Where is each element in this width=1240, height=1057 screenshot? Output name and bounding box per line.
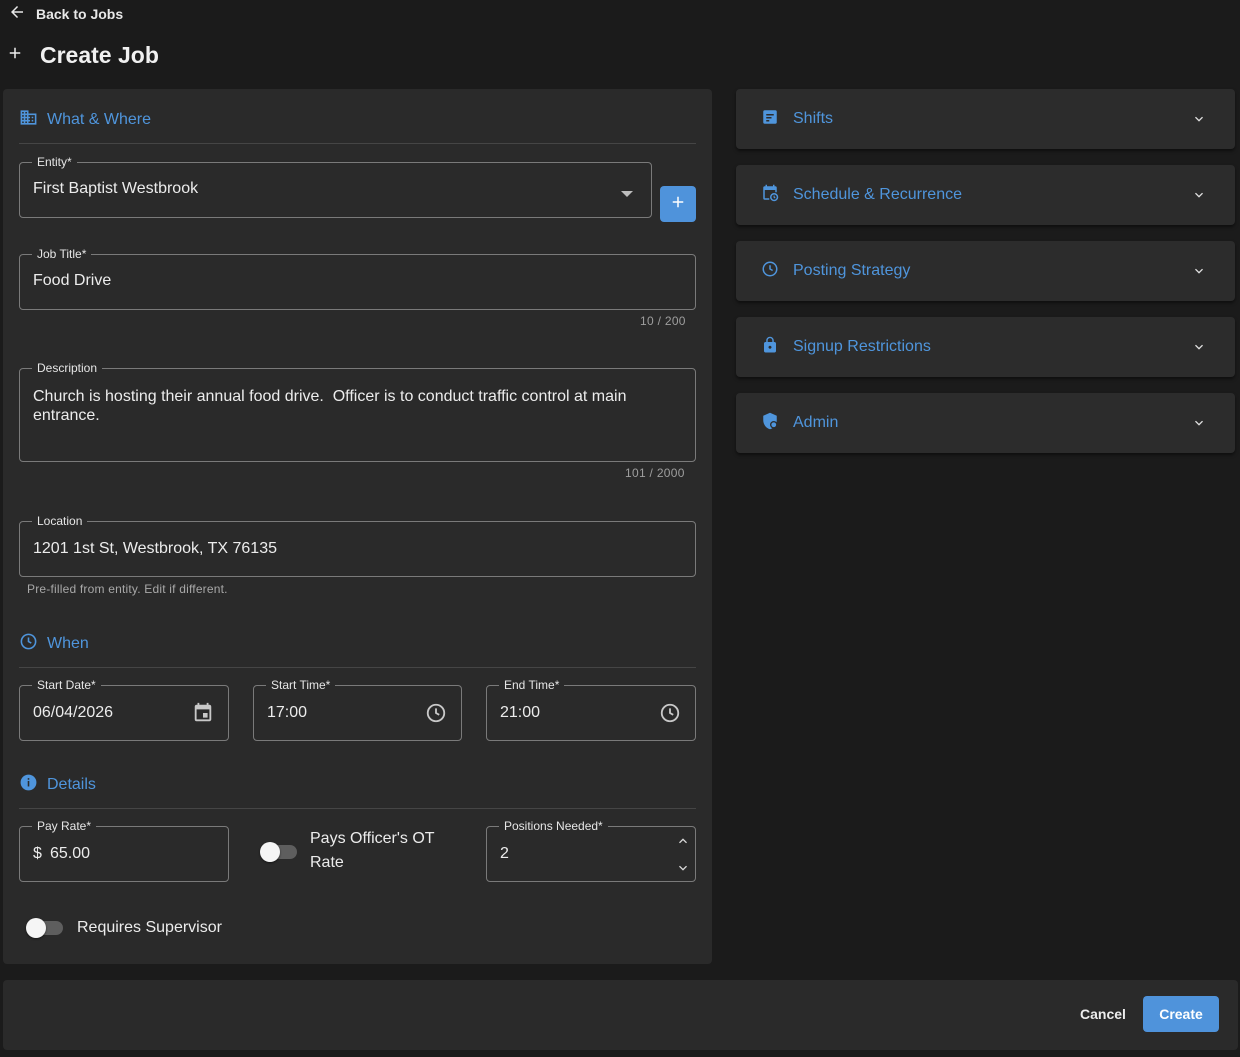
pay-rate-label: Pay Rate* — [32, 819, 97, 833]
accordion-schedule-title: Schedule & Recurrence — [793, 186, 962, 203]
pays-ot-toggle[interactable] — [260, 842, 298, 862]
clock-icon — [19, 632, 38, 656]
add-entity-button[interactable] — [660, 186, 696, 222]
details-section-heading: Details — [19, 773, 696, 809]
plus-icon — [6, 44, 24, 67]
arrow-left-icon — [8, 3, 26, 24]
dropdown-arrow-icon — [621, 185, 633, 203]
form-footer — [3, 980, 1238, 1050]
when-section-heading: When — [19, 632, 696, 668]
accordion-admin[interactable]: Admin — [736, 393, 1235, 453]
accordion-posting-title: Posting Strategy — [793, 262, 911, 279]
what-where-heading-label: What & Where — [47, 111, 152, 128]
lock-icon — [761, 336, 779, 359]
job-form-card: What & Where Entity* First Baptist Westb… — [3, 89, 712, 964]
job-title-field[interactable]: Job Title* Food Drive — [19, 247, 696, 310]
start-date-value: 06/04/2026 — [33, 704, 114, 721]
positions-needed-label: Positions Needed* — [499, 819, 608, 833]
back-to-jobs-link[interactable]: Back to Jobs — [8, 3, 123, 24]
chevron-down-icon — [1191, 415, 1207, 436]
start-time-field[interactable]: Start Time* 17:00 — [253, 678, 462, 741]
shifts-icon — [761, 108, 779, 131]
what-where-section-heading: What & Where — [19, 108, 696, 144]
clock-icon[interactable] — [659, 702, 681, 729]
description-field[interactable]: Description Church is hosting their annu… — [19, 361, 696, 462]
pay-rate-prefix: $ — [33, 845, 42, 862]
plus-icon — [669, 193, 687, 216]
location-label: Location — [32, 514, 88, 528]
pay-rate-field[interactable]: Pay Rate* $ 65.00 — [19, 819, 229, 882]
toggle-knob — [26, 918, 46, 938]
chevron-up-icon[interactable] — [675, 833, 691, 854]
chevron-down-icon — [1191, 263, 1207, 284]
location-hint: Pre-filled from entity. Edit if differen… — [27, 582, 228, 596]
location-value: 1201 1st St, Westbrook, TX 76135 — [33, 540, 277, 557]
pays-ot-label-line1: Pays Officer's OT — [310, 830, 435, 847]
calendar-icon[interactable] — [192, 702, 214, 729]
calendar-clock-icon — [761, 184, 779, 207]
chevron-down-icon — [1191, 111, 1207, 132]
end-time-value: 21:00 — [500, 704, 541, 721]
pays-ot-label-line2: Rate — [310, 854, 344, 871]
requires-supervisor-label: Requires Supervisor — [77, 919, 222, 936]
accordion-posting-strategy[interactable]: Posting Strategy — [736, 241, 1235, 301]
accordion-shifts[interactable]: Shifts — [736, 89, 1235, 149]
back-to-jobs-label: Back to Jobs — [36, 5, 124, 22]
end-time-field[interactable]: End Time* 21:00 — [486, 678, 696, 741]
accordion-signup-restrictions[interactable]: Signup Restrictions — [736, 317, 1235, 377]
description-counter: 101 / 2000 — [625, 466, 685, 480]
accordion-signup-title: Signup Restrictions — [793, 338, 931, 355]
create-button[interactable]: Create — [1143, 996, 1219, 1032]
pay-rate-value: 65.00 — [50, 845, 91, 862]
positions-needed-stepper[interactable]: Positions Needed* 2 — [486, 819, 696, 882]
shield-icon — [761, 412, 779, 435]
accordion-shifts-title: Shifts — [793, 110, 834, 127]
job-title-counter: 10 / 200 — [640, 314, 686, 328]
requires-supervisor-toggle[interactable] — [26, 918, 64, 938]
clock-icon — [761, 260, 779, 283]
description-label: Description — [32, 361, 103, 375]
start-time-value: 17:00 — [267, 704, 308, 721]
cancel-button[interactable]: Cancel — [1068, 996, 1138, 1032]
accordion-admin-title: Admin — [793, 414, 839, 431]
toggle-knob — [260, 842, 280, 862]
job-title-value: Food Drive — [33, 272, 112, 289]
end-time-label: End Time* — [499, 678, 565, 692]
entity-select[interactable]: Entity* First Baptist Westbrook — [19, 155, 652, 218]
accordion-schedule-recurrence[interactable]: Schedule & Recurrence — [736, 165, 1235, 225]
start-date-label: Start Date* — [32, 678, 101, 692]
start-date-field[interactable]: Start Date* 06/04/2026 — [19, 678, 229, 741]
entity-label: Entity* — [32, 155, 77, 169]
description-value: Church is hosting their annual food driv… — [33, 388, 631, 424]
entity-value: First Baptist Westbrook — [33, 180, 199, 197]
start-time-label: Start Time* — [266, 678, 336, 692]
positions-needed-value: 2 — [500, 845, 509, 862]
location-field[interactable]: Location 1201 1st St, Westbrook, TX 7613… — [19, 514, 696, 577]
when-heading-label: When — [47, 635, 89, 652]
chevron-down-icon — [1191, 187, 1207, 208]
building-icon — [19, 108, 38, 132]
page-header: Create Job — [6, 42, 159, 69]
job-title-label: Job Title* — [32, 247, 92, 261]
details-heading-label: Details — [47, 776, 96, 793]
page-title: Create Job — [40, 42, 159, 68]
pays-ot-label: Pays Officer's OT Rate — [310, 827, 435, 875]
chevron-down-icon — [1191, 339, 1207, 360]
chevron-down-icon[interactable] — [675, 860, 691, 881]
info-icon — [19, 773, 38, 797]
clock-icon[interactable] — [425, 702, 447, 729]
